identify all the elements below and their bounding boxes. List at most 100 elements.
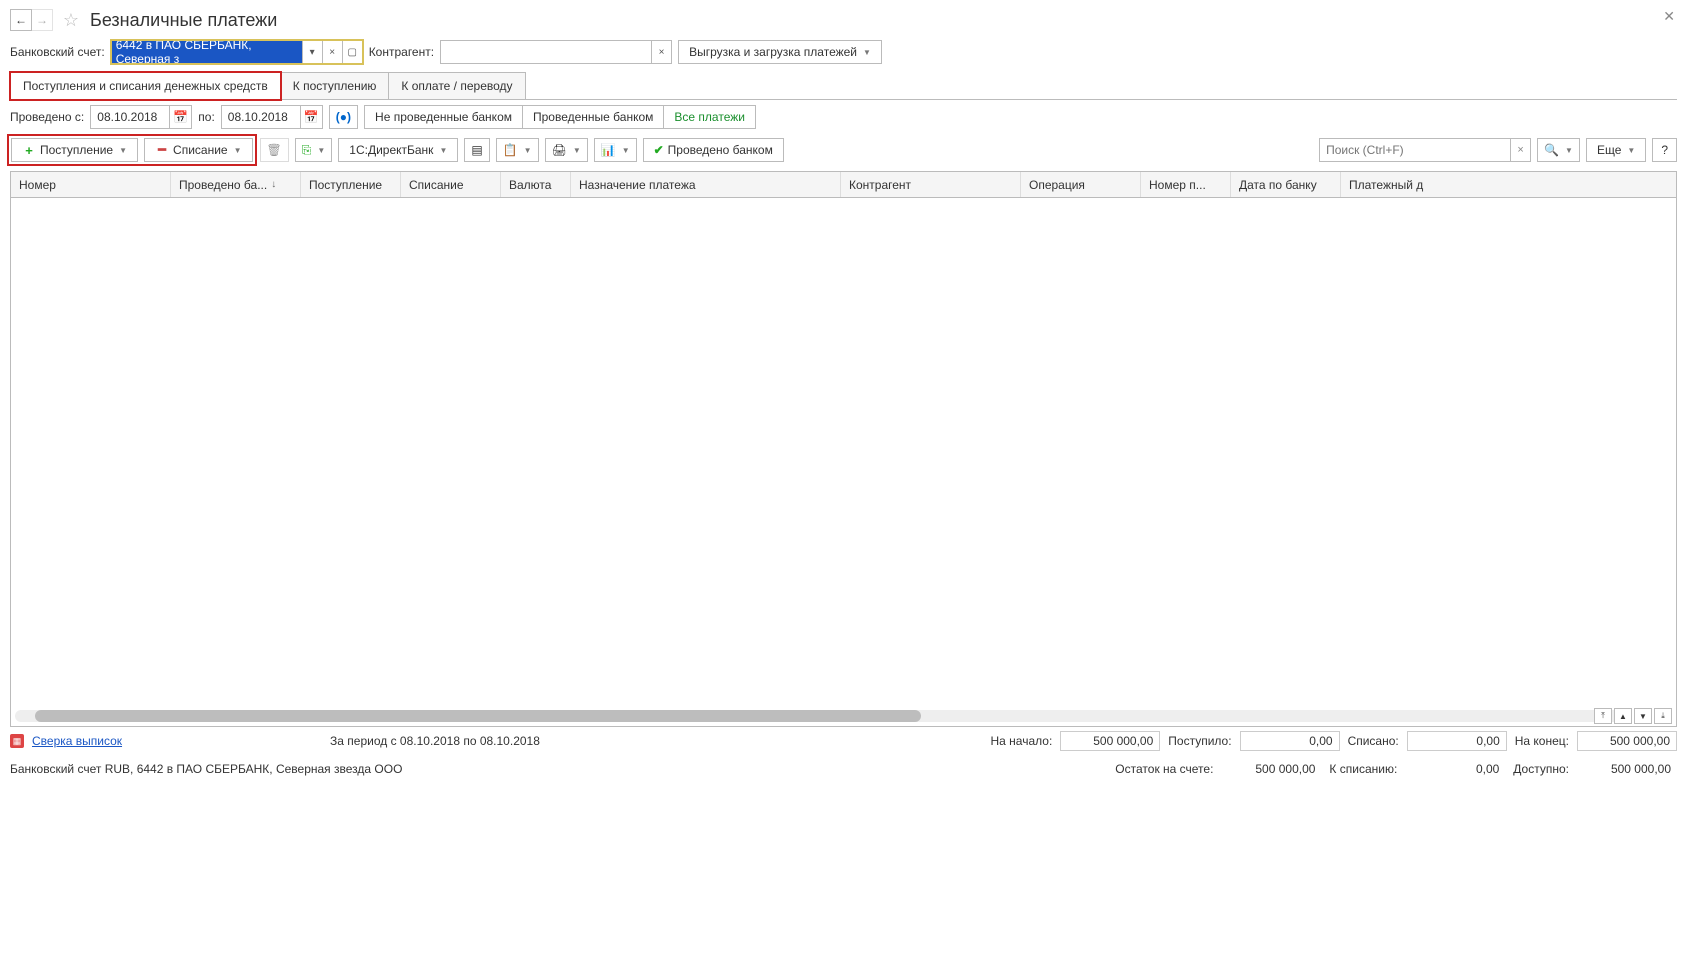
account-open-icon[interactable]: ▢ — [342, 41, 362, 63]
col-purpose[interactable]: Назначение платежа — [571, 172, 841, 197]
footer-balance: Банковский счет RUB, 6442 в ПАО СБЕРБАНК… — [4, 755, 1683, 783]
period-text: За период с 08.10.2018 по 08.10.2018 — [330, 734, 540, 748]
more-button[interactable]: Еще ▼ — [1586, 138, 1646, 162]
counterparty-combo[interactable]: × — [440, 40, 672, 64]
report-button[interactable]: 📊▼ — [594, 138, 637, 162]
check-icon: ✔ — [654, 143, 664, 157]
col-currency[interactable]: Валюта — [501, 172, 571, 197]
h-scrollbar[interactable] — [15, 710, 1626, 722]
clipboard-icon: 📋 — [503, 143, 518, 157]
list-icon: ▤ — [471, 143, 482, 157]
table: Номер Проведено ба...↓ Поступление Списа… — [10, 171, 1677, 727]
help-button[interactable]: ? — [1652, 138, 1677, 162]
account-label: Банковский счет: — [10, 45, 105, 59]
close-icon[interactable]: ✕ — [1663, 8, 1675, 25]
delete-button[interactable]: 🗑 — [260, 138, 289, 162]
trash-icon: 🗑 — [267, 143, 282, 157]
plus-icon: + — [22, 143, 36, 157]
clipboard-button[interactable]: 📋▼ — [496, 138, 539, 162]
refresh-period-button[interactable]: (●) — [329, 105, 358, 129]
chevron-down-icon: ▼ — [439, 146, 447, 155]
find-button[interactable]: 🔍▼ — [1537, 138, 1580, 162]
reconcile-link[interactable]: Сверка выписок — [32, 734, 122, 748]
scroll-first-icon[interactable]: ⤒ — [1594, 708, 1612, 724]
calendar-icon[interactable]: 📅 — [169, 106, 191, 128]
document-icon: ▦ — [10, 734, 24, 748]
scroll-last-icon[interactable]: ⤓ — [1654, 708, 1672, 724]
avail-value: 500 000,00 — [1577, 759, 1677, 779]
counterparty-clear-icon[interactable]: × — [651, 41, 671, 63]
minus-icon: ━ — [155, 143, 169, 157]
start-value: 500 000,00 — [1060, 731, 1160, 751]
tab-incoming[interactable]: К поступлению — [280, 72, 390, 100]
balance-value: 500 000,00 — [1221, 759, 1321, 779]
date-to-label: по: — [198, 110, 215, 124]
date-to-input[interactable] — [222, 106, 300, 128]
seg-not-bank[interactable]: Не проведенные банком — [364, 105, 523, 129]
date-from[interactable]: 📅 — [90, 105, 192, 129]
tabs: Поступления и списания денежных средств … — [4, 72, 1683, 100]
avail-label: Доступно: — [1513, 762, 1569, 776]
start-label: На начало: — [991, 734, 1053, 748]
counterparty-label: Контрагент: — [369, 45, 434, 59]
report-icon: 📊 — [601, 143, 616, 157]
end-label: На конец: — [1515, 734, 1569, 748]
out-value: 0,00 — [1407, 731, 1507, 751]
outcome-button[interactable]: ━ Списание ▼ — [144, 138, 252, 162]
search-input[interactable] — [1320, 139, 1510, 161]
export-import-label: Выгрузка и загрузка платежей — [689, 45, 857, 59]
highlight-box: + Поступление ▼ ━ Списание ▼ — [10, 137, 254, 163]
col-docnum[interactable]: Номер п... — [1141, 172, 1231, 197]
scroll-thumb[interactable] — [35, 710, 921, 722]
chevron-down-icon: ▼ — [119, 146, 127, 155]
tab-outgoing[interactable]: К оплате / переводу — [388, 72, 525, 100]
col-income[interactable]: Поступление — [301, 172, 401, 197]
table-header: Номер Проведено ба...↓ Поступление Списа… — [11, 172, 1676, 198]
outcome-label: Списание — [173, 143, 228, 157]
page-title: Безналичные платежи — [90, 10, 277, 31]
col-counterparty[interactable]: Контрагент — [841, 172, 1021, 197]
date-from-label: Проведено с: — [10, 110, 84, 124]
export-import-button[interactable]: Выгрузка и загрузка платежей ▼ — [678, 40, 882, 64]
sort-down-icon: ↓ — [271, 179, 276, 190]
col-bankdate2[interactable]: Дата по банку — [1231, 172, 1341, 197]
back-button[interactable]: ← — [10, 9, 32, 31]
search-clear-icon[interactable]: × — [1510, 139, 1530, 161]
list-button[interactable]: ▤ — [464, 138, 489, 162]
out-label: Списано: — [1348, 734, 1399, 748]
chevron-down-icon: ▼ — [234, 146, 242, 155]
print-button[interactable]: 🖨▼ — [545, 138, 588, 162]
counterparty-input[interactable] — [441, 41, 651, 63]
copy-icon: ⎘ — [302, 143, 312, 158]
calendar-icon[interactable]: 📅 — [300, 106, 322, 128]
directbank-button[interactable]: 1С:ДиректБанк ▼ — [338, 138, 458, 162]
date-from-input[interactable] — [91, 106, 169, 128]
end-value: 500 000,00 — [1577, 731, 1677, 751]
account-clear-icon[interactable]: × — [322, 41, 342, 63]
copy-button[interactable]: ⎘▼ — [295, 138, 333, 162]
col-operation[interactable]: Операция — [1021, 172, 1141, 197]
chevron-down-icon: ▼ — [1627, 146, 1635, 155]
proved-button[interactable]: ✔ Проведено банком — [643, 138, 784, 162]
col-paydoc[interactable]: Платежный д — [1341, 172, 1441, 197]
income-button[interactable]: + Поступление ▼ — [11, 138, 138, 162]
seg-all[interactable]: Все платежи — [663, 105, 756, 129]
scroll-down-icon[interactable]: ▼ — [1634, 708, 1652, 724]
account-dropdown-icon[interactable]: ▾ — [302, 41, 322, 63]
chevron-down-icon: ▼ — [524, 146, 532, 155]
date-to[interactable]: 📅 — [221, 105, 323, 129]
chevron-down-icon: ▼ — [317, 146, 325, 155]
chevron-down-icon: ▼ — [1565, 146, 1573, 155]
forward-button[interactable]: → — [31, 9, 53, 31]
search-box[interactable]: × — [1319, 138, 1531, 162]
col-outcome[interactable]: Списание — [401, 172, 501, 197]
scroll-up-icon[interactable]: ▲ — [1614, 708, 1632, 724]
seg-bank[interactable]: Проведенные банком — [522, 105, 664, 129]
col-number[interactable]: Номер — [11, 172, 171, 197]
account-value: 6442 в ПАО СБЕРБАНК, Северная з — [112, 41, 302, 63]
favorite-icon[interactable]: ☆ — [60, 9, 82, 31]
col-bank-date[interactable]: Проведено ба...↓ — [171, 172, 301, 197]
tab-movements[interactable]: Поступления и списания денежных средств — [10, 72, 281, 100]
footer-summary: ▦ Сверка выписок За период с 08.10.2018 … — [4, 727, 1683, 755]
account-combo[interactable]: 6442 в ПАО СБЕРБАНК, Северная з ▾ × ▢ — [111, 40, 363, 64]
